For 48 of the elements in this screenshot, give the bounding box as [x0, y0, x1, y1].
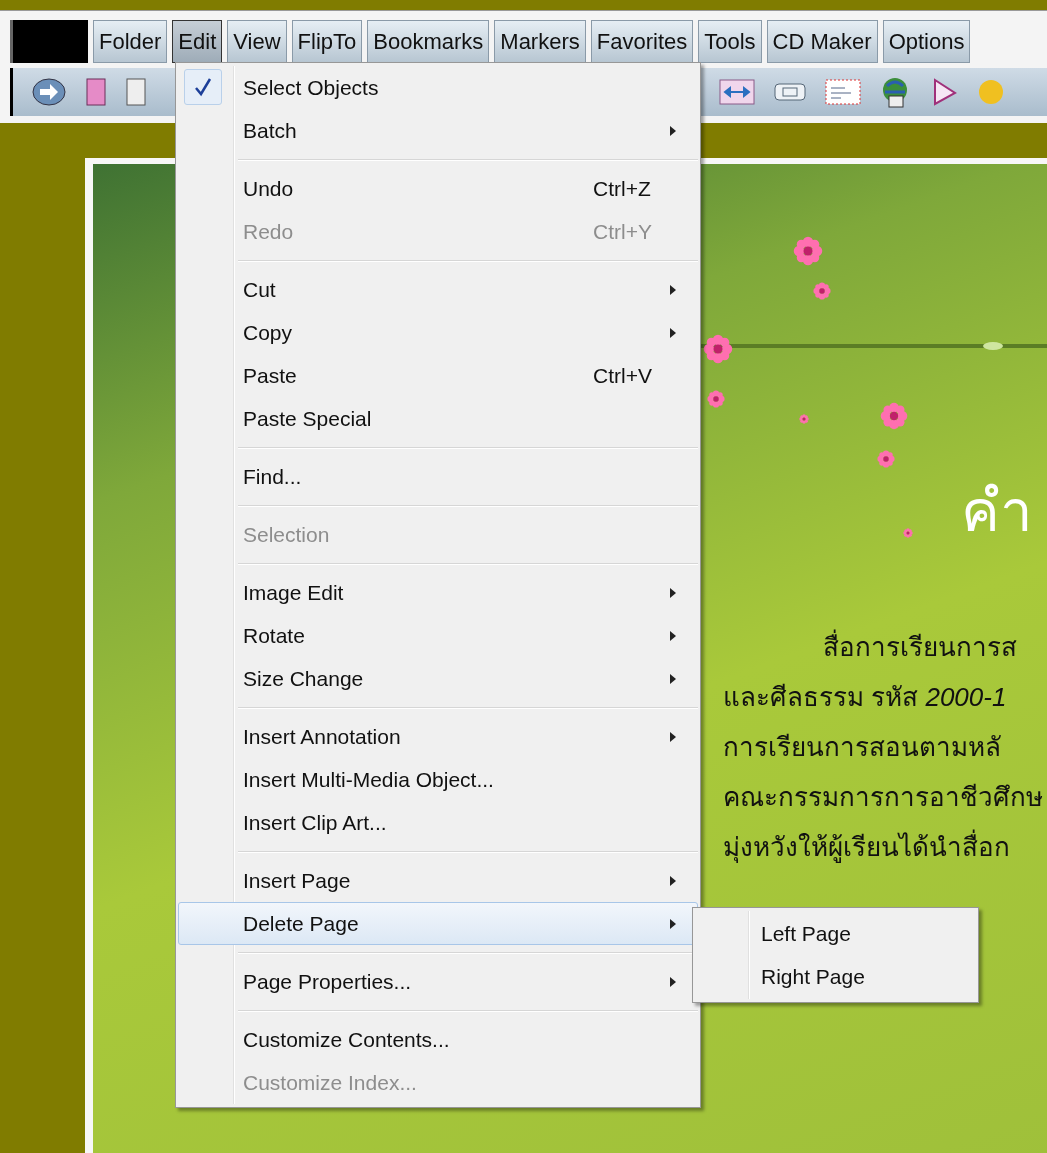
menu-bar-item[interactable]: CD Maker	[766, 20, 878, 63]
page-text-line: และศีลธรรม รหัส 2000-1	[723, 682, 1008, 712]
flower-icon	[877, 450, 895, 468]
menu-item[interactable]: Customize Contents...	[178, 1018, 698, 1061]
resize-arrows-icon[interactable]	[719, 79, 755, 105]
menu-item[interactable]: Left Page	[695, 912, 976, 955]
pointer-icon[interactable]	[931, 77, 959, 107]
menu-item[interactable]: Paste Special	[178, 397, 698, 440]
flower-icon	[703, 334, 733, 364]
flower-icon	[880, 402, 908, 430]
menu-bar-item[interactable]: Edit	[172, 20, 223, 63]
menu-item[interactable]: Insert Annotation	[178, 715, 698, 758]
menu-item[interactable]: Find...	[178, 455, 698, 498]
menu-item[interactable]: Right Page	[695, 955, 976, 998]
menu-bar-item[interactable]: Markers	[494, 20, 586, 63]
page-icon[interactable]	[125, 77, 147, 107]
menu-item[interactable]: Insert Clip Art...	[178, 801, 698, 844]
menu-item[interactable]: Rotate	[178, 614, 698, 657]
menu-bar-item[interactable]: Tools	[698, 20, 762, 63]
menu-item[interactable]: Undo Ctrl+Z	[178, 167, 698, 210]
page-heading: คำ	[961, 477, 1033, 545]
menu-bar-item[interactable]: Favorites	[590, 20, 694, 63]
menu-bar-item[interactable]: View	[227, 20, 287, 63]
menu-item[interactable]: Delete Page	[178, 902, 698, 945]
arrow-circle-icon[interactable]	[31, 77, 67, 107]
menu-item[interactable]: Cut	[178, 268, 698, 311]
flower-icon	[799, 414, 809, 424]
menu-item[interactable]: Batch	[178, 109, 698, 152]
menu-item[interactable]: Copy	[178, 311, 698, 354]
frame-icon[interactable]	[773, 80, 807, 104]
flower-icon	[707, 390, 725, 408]
toolbar-grip[interactable]	[10, 20, 88, 63]
menu-bar-item[interactable]: Options	[882, 20, 971, 63]
text-box-icon[interactable]	[825, 79, 861, 105]
page-text-line: การเรียนการสอนตามหลั	[723, 732, 1002, 762]
page-text-line: คณะกรรมการการอาชีวศึกษ	[723, 782, 1043, 812]
flower-icon	[793, 236, 823, 266]
menu-item[interactable]: Insert Page	[178, 859, 698, 902]
menu-item[interactable]: Insert Multi-Media Object...	[178, 758, 698, 801]
menu-bar-item[interactable]: Bookmarks	[367, 20, 490, 63]
flower-icon	[903, 528, 913, 538]
menu-item[interactable]: Paste Ctrl+V	[178, 354, 698, 397]
menu-item[interactable]: Image Edit	[178, 571, 698, 614]
page-icon[interactable]	[85, 77, 107, 107]
flower-icon	[813, 282, 831, 300]
menu-item[interactable]: Size Change	[178, 657, 698, 700]
menu-bar-item[interactable]: Folder	[93, 20, 168, 63]
menu-bar-item[interactable]: FlipTo	[291, 20, 363, 63]
